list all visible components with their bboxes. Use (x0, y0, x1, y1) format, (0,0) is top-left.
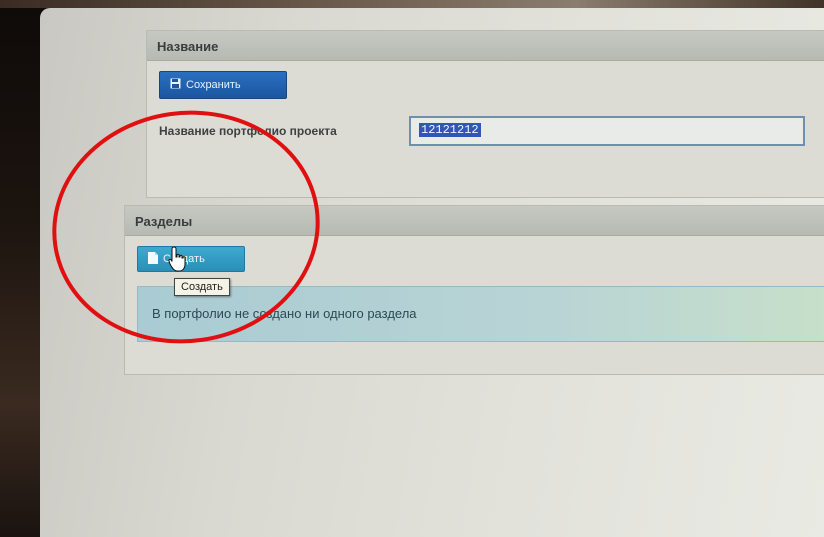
hand-cursor-icon (168, 246, 188, 277)
empty-sections-message: В портфолио не создано ни одного раздела (137, 286, 824, 342)
title-panel: Название Сохранить Название портфолио пр… (146, 30, 824, 198)
title-panel-header: Название (147, 31, 824, 61)
portfolio-name-value: 12121212 (419, 123, 481, 137)
save-icon (170, 78, 181, 92)
save-button-label: Сохранить (186, 79, 241, 91)
create-tooltip: Создать (174, 278, 230, 296)
monitor-top-edge (0, 0, 824, 8)
portfolio-name-label: Название портфолио проекта (159, 124, 337, 138)
save-button[interactable]: Сохранить (159, 71, 287, 99)
file-icon (148, 251, 158, 267)
sections-panel-header: Разделы (125, 206, 824, 236)
create-section-button[interactable]: Создать (137, 246, 245, 272)
portfolio-name-input[interactable]: 12121212 (409, 116, 805, 146)
screen: Название Сохранить Название портфолио пр… (40, 8, 824, 537)
